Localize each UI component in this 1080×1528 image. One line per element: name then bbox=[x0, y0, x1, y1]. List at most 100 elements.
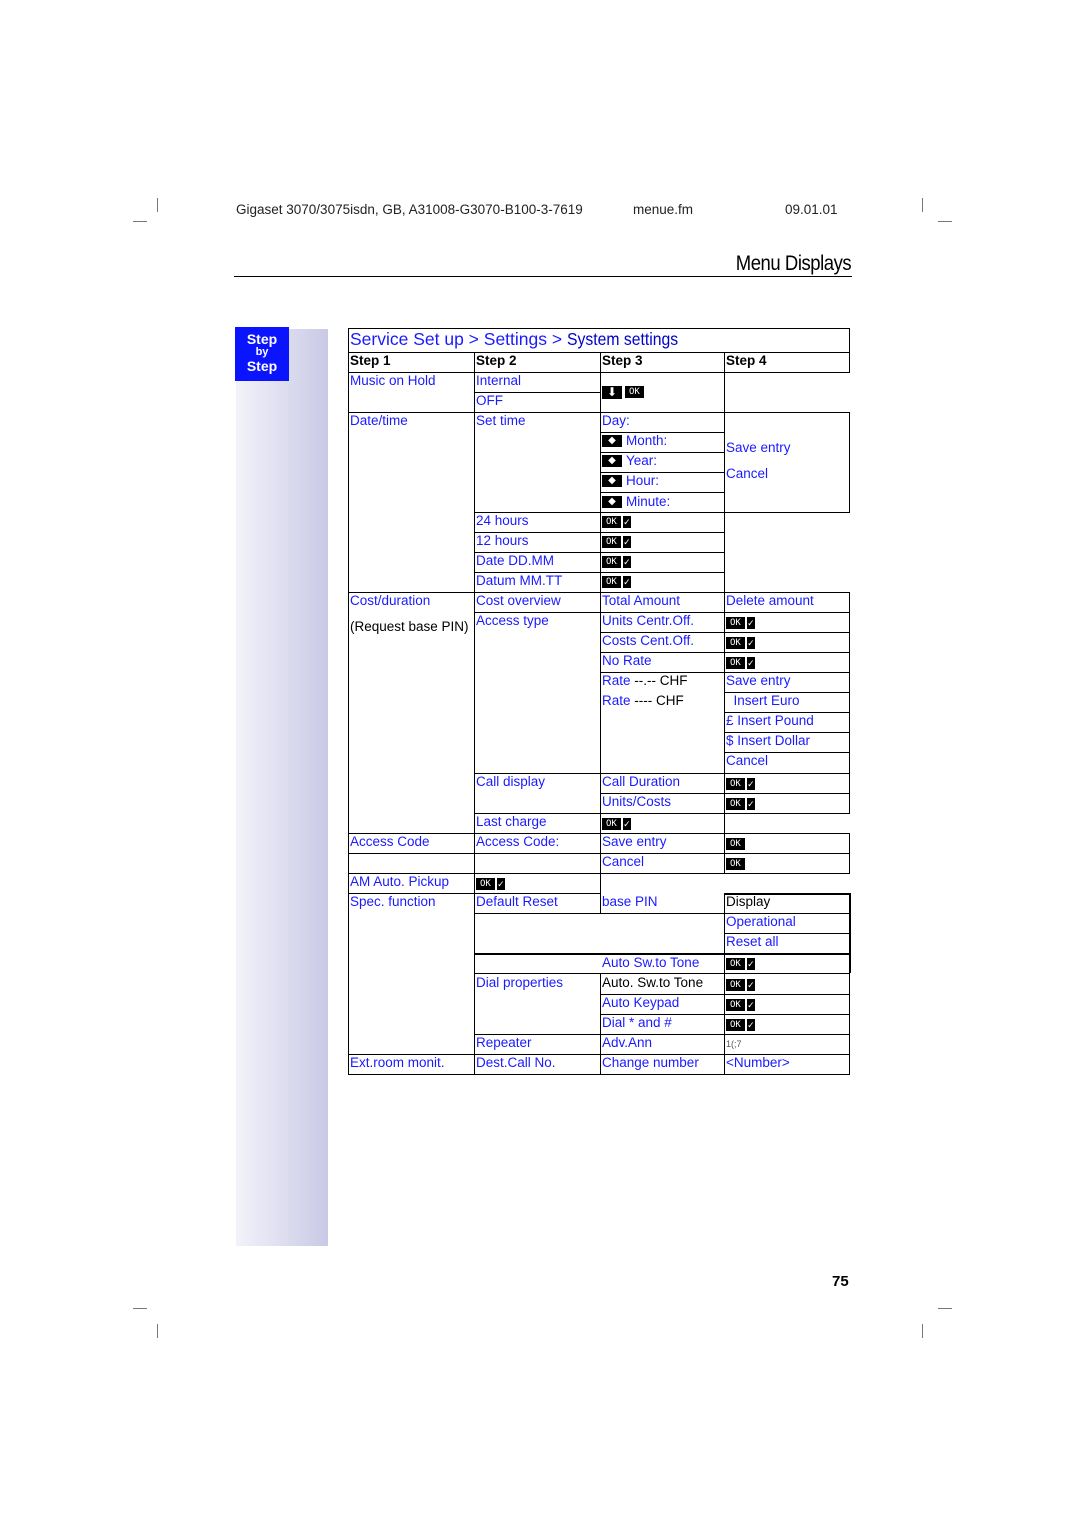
option-dial-properties[interactable]: Dial properties bbox=[475, 974, 563, 992]
option-auto-sw-to-tone[interactable]: Auto Sw.to Tone bbox=[601, 954, 699, 972]
check-icon: ✓ bbox=[746, 979, 755, 992]
adv-ann-value: 1(;7 bbox=[726, 1039, 742, 1049]
menu-item-spec-function[interactable]: Spec. function bbox=[349, 893, 436, 911]
option-datum-mm-tt[interactable]: Datum MM.TT bbox=[475, 572, 562, 590]
option-rate-integer[interactable]: Rate ---- CHF bbox=[601, 692, 684, 710]
ok-key-icon: OK bbox=[726, 979, 745, 992]
option-internal[interactable]: Internal bbox=[475, 372, 521, 390]
option-off[interactable]: OFF bbox=[475, 392, 503, 410]
option-repeater[interactable]: Repeater bbox=[475, 1034, 532, 1052]
field-month[interactable]: ◆ Month: bbox=[601, 432, 667, 450]
menu-item-am-auto-pickup[interactable]: AM Auto. Pickup bbox=[349, 873, 449, 891]
crop-mark bbox=[938, 1308, 952, 1309]
option-costs-cent-off[interactable]: Costs Cent.Off. bbox=[601, 632, 694, 650]
option-change-number[interactable]: Change number bbox=[601, 1054, 699, 1072]
field-access-code[interactable]: Access Code: bbox=[475, 833, 559, 851]
option-adv-ann[interactable]: Adv.Ann bbox=[601, 1034, 652, 1052]
request-pin-note: (Request base PIN) bbox=[350, 619, 469, 634]
menu-item-music-on-hold[interactable]: Music on Hold bbox=[349, 372, 436, 390]
option-no-rate[interactable]: No Rate bbox=[601, 652, 652, 670]
table-border bbox=[348, 853, 850, 854]
menu-item-date-time[interactable]: Date/time bbox=[349, 412, 408, 430]
cancel-option[interactable]: Cancel bbox=[601, 853, 644, 871]
menu-item-ext-room-monit[interactable]: Ext.room monit. bbox=[349, 1054, 445, 1072]
save-entry-option[interactable]: Save entry bbox=[725, 439, 791, 457]
option-rate-decimal[interactable]: Rate --.-- CHF bbox=[601, 672, 688, 690]
check-icon: ✓ bbox=[746, 778, 755, 791]
ok-key-icon: OK bbox=[625, 386, 644, 399]
option-dest-call-no[interactable]: Dest.Call No. bbox=[475, 1054, 556, 1072]
file-name: menue.fm bbox=[633, 202, 694, 217]
check-icon: ✓ bbox=[496, 878, 505, 891]
option-auto-keypad[interactable]: Auto Keypad bbox=[601, 994, 679, 1012]
crop-mark bbox=[938, 221, 952, 222]
ok-check: OK ✓ bbox=[725, 1016, 755, 1034]
option-auto-sw-to-tone-dial[interactable]: Auto. Sw.to Tone bbox=[601, 974, 703, 992]
field-hour[interactable]: ◆ Hour: bbox=[601, 472, 659, 490]
ok-key: OK bbox=[725, 835, 745, 853]
breadcrumb: Service Set up > Settings > System setti… bbox=[349, 328, 690, 350]
field-day[interactable]: Day: bbox=[601, 412, 630, 430]
cancel-option[interactable]: Cancel bbox=[725, 752, 768, 770]
option-call-display[interactable]: Call display bbox=[475, 773, 545, 791]
menu-item-access-code[interactable]: Access Code bbox=[349, 833, 430, 851]
check-icon: ✓ bbox=[622, 576, 631, 589]
badge-line2: by bbox=[255, 346, 269, 358]
arrow-down-icon: ⬇ bbox=[602, 385, 622, 399]
column-header-step2: Step 2 bbox=[476, 353, 517, 368]
option-dial-star-hash[interactable]: Dial * and # bbox=[601, 1014, 672, 1032]
option-set-time[interactable]: Set time bbox=[475, 412, 526, 430]
page-title: Menu Displays bbox=[735, 252, 852, 275]
rate-value: ---- CHF bbox=[630, 693, 684, 708]
field-year[interactable]: ◆ Year: bbox=[601, 452, 657, 470]
insert-dollar-option[interactable]: $ Insert Dollar bbox=[725, 732, 810, 750]
ok-key-icon: OK bbox=[476, 878, 495, 891]
ok-key-icon: OK bbox=[602, 516, 621, 529]
column-header-step3: Step 3 bbox=[602, 353, 643, 368]
ok-key-icon: OK bbox=[726, 637, 745, 650]
option-cost-overview[interactable]: Cost overview bbox=[475, 592, 561, 610]
option-units-centr-off[interactable]: Units Centr.Off. bbox=[601, 612, 694, 630]
table-border bbox=[348, 1074, 850, 1075]
ok-key-icon: OK bbox=[726, 798, 745, 811]
field-base-pin[interactable]: base PIN bbox=[601, 893, 658, 911]
option-total-amount[interactable]: Total Amount bbox=[601, 592, 680, 610]
ok-key-icon: OK bbox=[602, 536, 621, 549]
save-entry-option[interactable]: Save entry bbox=[601, 833, 667, 851]
option-24-hours[interactable]: 24 hours bbox=[475, 512, 529, 530]
option-delete-amount[interactable]: Delete amount bbox=[725, 592, 814, 610]
save-entry-option[interactable]: Save entry bbox=[725, 672, 791, 690]
ok-key-icon: OK bbox=[602, 576, 621, 589]
option-12-hours[interactable]: 12 hours bbox=[475, 532, 529, 550]
breadcrumb-service: Service Set up bbox=[350, 329, 464, 349]
insert-euro-option[interactable]: Insert Euro bbox=[725, 692, 800, 710]
table-border bbox=[849, 973, 850, 1074]
badge-line1: Step bbox=[246, 331, 278, 347]
ok-check: OK ✓ bbox=[725, 795, 755, 813]
cancel-option[interactable]: Cancel bbox=[725, 465, 768, 483]
field-minute[interactable]: ◆ Minute: bbox=[601, 493, 670, 511]
menu-item-cost-duration[interactable]: Cost/duration bbox=[349, 592, 430, 610]
ok-check: OK ✓ bbox=[601, 533, 631, 551]
option-reset-all[interactable]: Reset all bbox=[725, 933, 779, 951]
option-units-costs[interactable]: Units/Costs bbox=[601, 793, 671, 811]
option-default-reset[interactable]: Default Reset bbox=[475, 893, 558, 911]
reset-display-label: Display bbox=[726, 894, 771, 909]
insert-pound-option[interactable]: £ Insert Pound bbox=[725, 712, 814, 730]
option-access-type[interactable]: Access type bbox=[475, 612, 549, 630]
option-date-dd-mm[interactable]: Date DD.MM bbox=[475, 552, 554, 570]
sidebar-gradient bbox=[236, 329, 328, 1246]
option-call-duration[interactable]: Call Duration bbox=[601, 773, 680, 791]
ok-key-icon: OK bbox=[726, 838, 745, 851]
ok-key-icon: OK bbox=[602, 818, 621, 831]
option-last-charge[interactable]: Last charge bbox=[475, 813, 547, 831]
table-border bbox=[724, 352, 725, 512]
ok-key-icon: OK bbox=[726, 958, 745, 971]
check-icon: ✓ bbox=[746, 617, 755, 630]
check-icon: ✓ bbox=[622, 536, 631, 549]
option-operational[interactable]: Operational bbox=[725, 913, 796, 931]
arrow-right-icon: ◆ bbox=[602, 475, 622, 488]
table-border bbox=[348, 328, 349, 1074]
ok-key-icon: OK bbox=[726, 1019, 745, 1032]
number-field[interactable]: <Number> bbox=[725, 1054, 790, 1072]
